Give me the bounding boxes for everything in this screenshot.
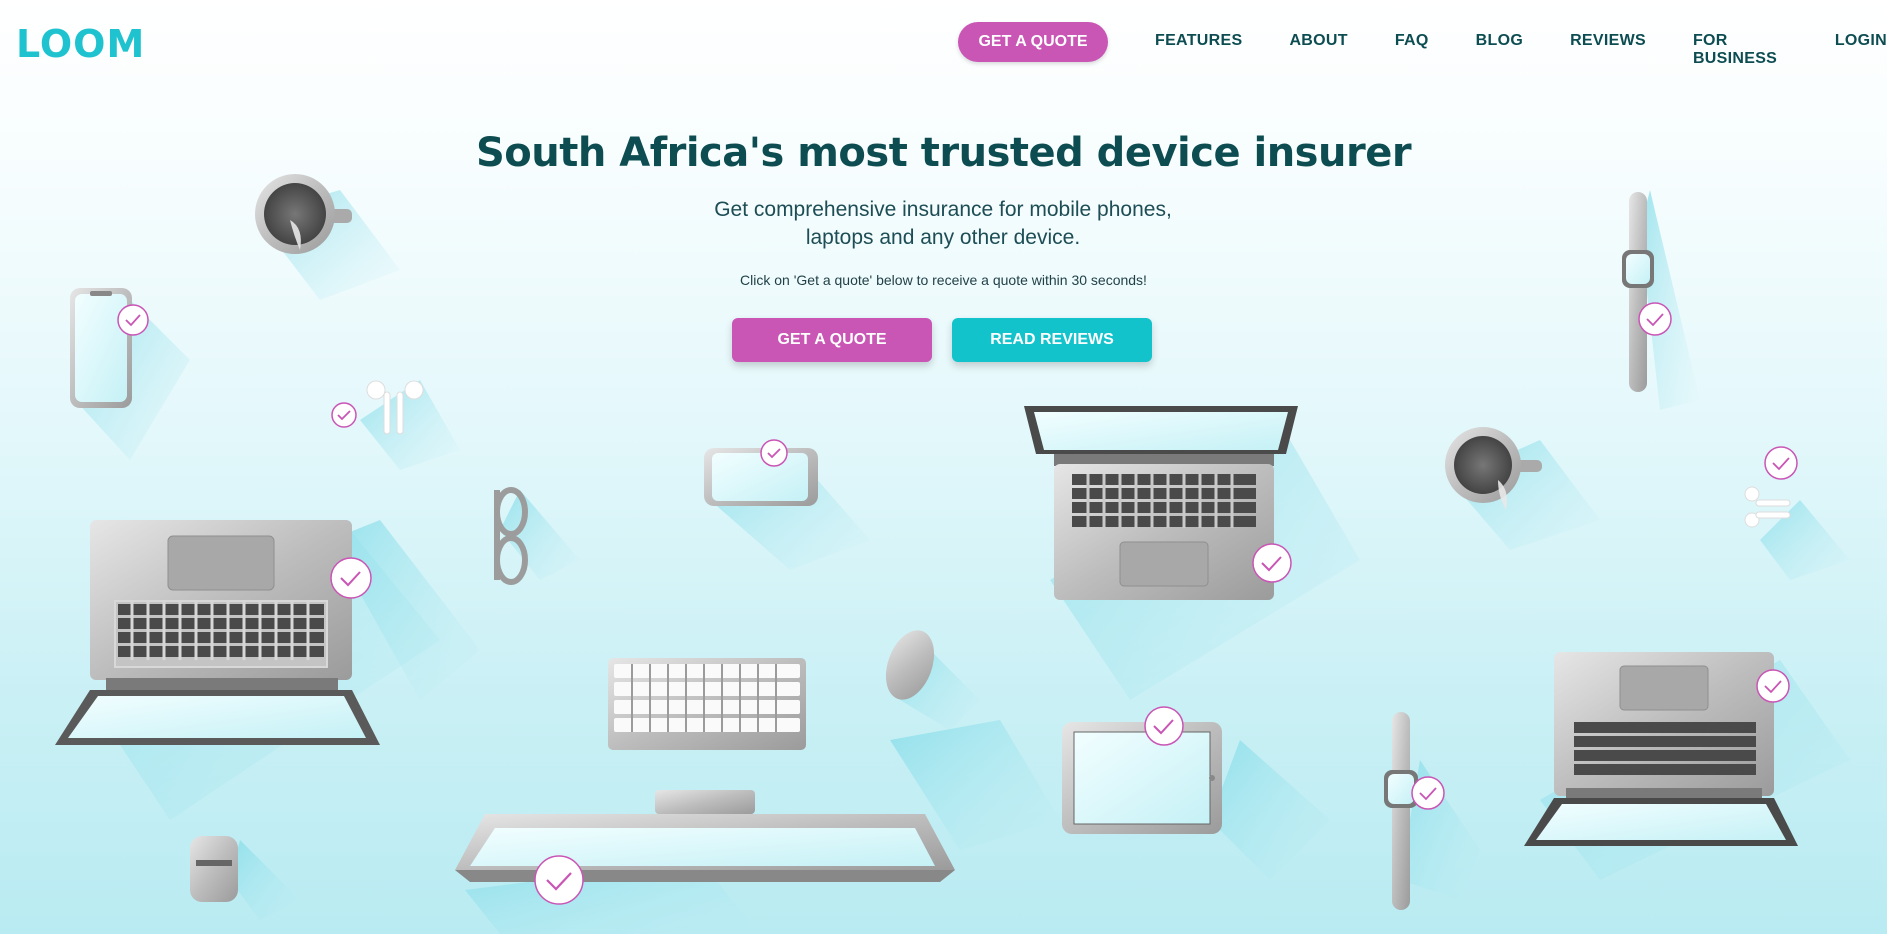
hero-subtitle-line2: laptops and any other device. [805, 226, 1081, 249]
checkmark-icon [1144, 706, 1184, 746]
laptop-icon [55, 520, 380, 745]
hero-subtitle-line1: Get comprehensive insurance for mobile p… [714, 198, 1172, 221]
hero-note: Click on 'Get a quote' below to receive … [740, 272, 1147, 288]
checkmark-icon [1411, 776, 1445, 810]
checkmark-icon [760, 439, 788, 467]
checkmark-icon [1764, 446, 1798, 480]
checkmark-icon [1638, 302, 1672, 336]
airpods-case-icon [190, 836, 238, 902]
checkmark-icon [331, 402, 357, 428]
monitor-icon [455, 790, 955, 882]
hero-title: South Africa's most trusted device insur… [475, 130, 1412, 176]
smartphone-icon [70, 288, 132, 408]
checkmark-icon [330, 557, 372, 599]
checkmark-icon [1756, 669, 1790, 703]
laptop-icon-right [1524, 652, 1798, 846]
checkmark-icon [1252, 543, 1292, 583]
checkmark-icon [534, 855, 584, 905]
read-reviews-button[interactable]: READ REVIEWS [952, 318, 1152, 362]
tablet-icon [1062, 722, 1222, 834]
checkmark-icon [117, 304, 149, 336]
keyboard-icon [608, 658, 806, 750]
hero-subtitle: Get comprehensive insurance for mobile p… [693, 196, 1193, 252]
get-quote-button[interactable]: GET A QUOTE [732, 318, 932, 362]
